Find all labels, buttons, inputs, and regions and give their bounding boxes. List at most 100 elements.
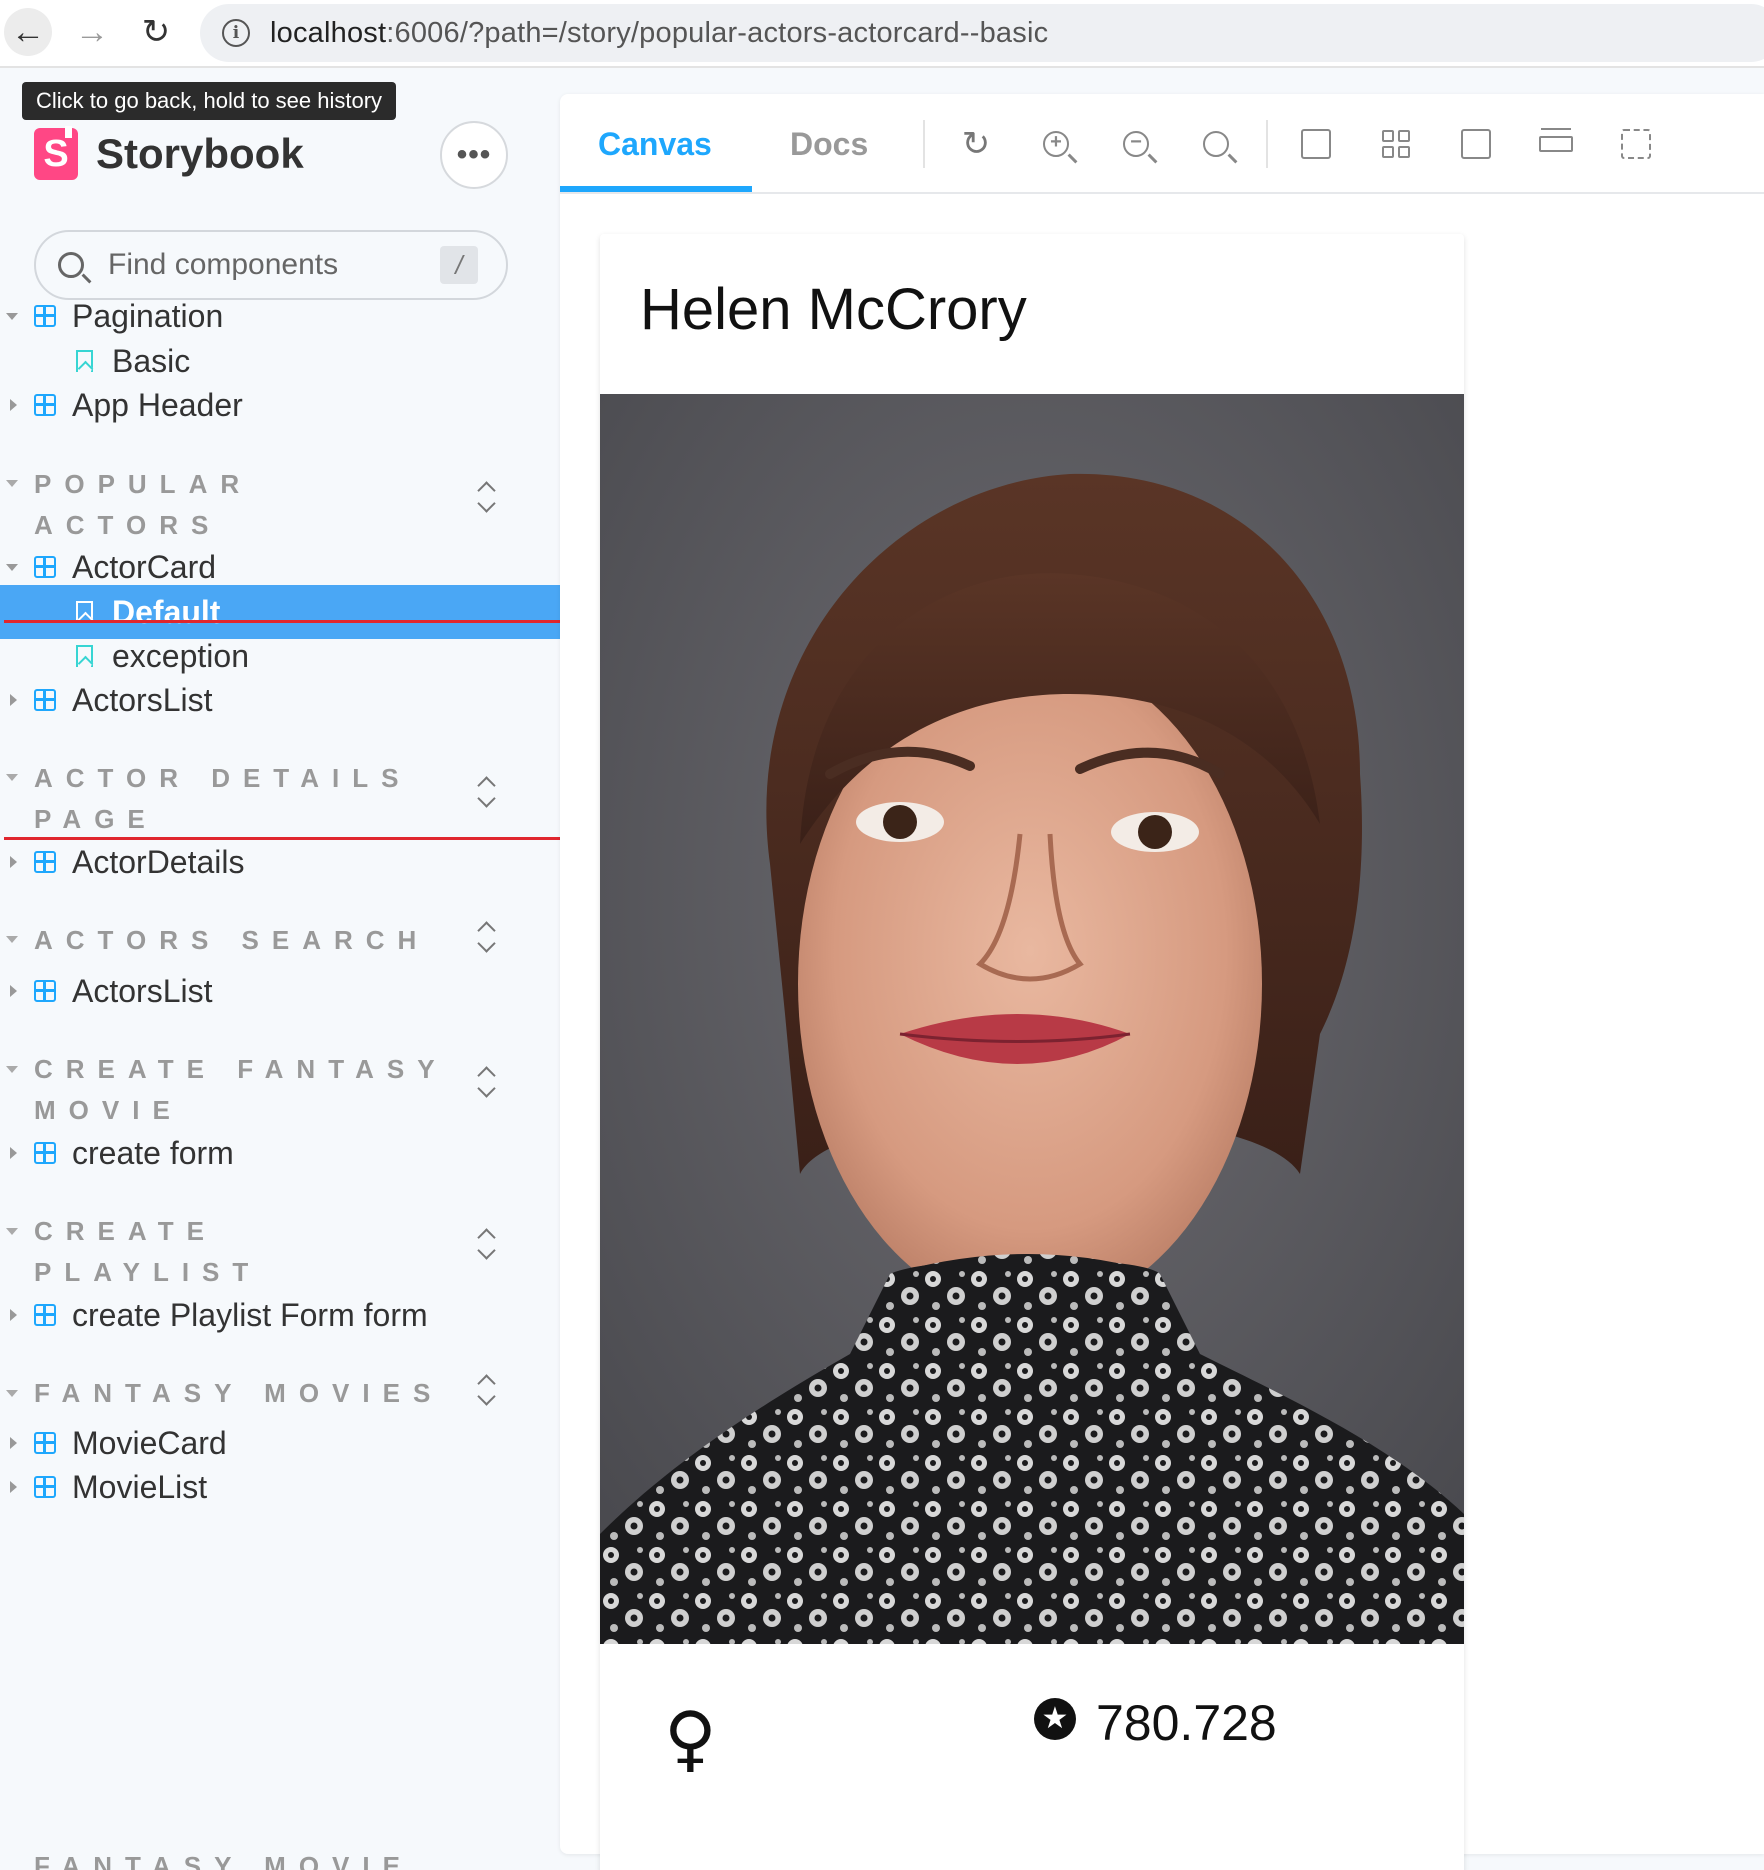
tree-item-actordetails[interactable]: ActorDetails: [0, 836, 558, 888]
preview-panel: Canvas Docs ↻ + − Helen McCrory ♀ ★ 780.…: [560, 94, 1764, 1870]
search-icon: [58, 252, 84, 278]
female-gender-icon: ♀: [664, 1696, 717, 1780]
measure-icon[interactable]: [1536, 124, 1576, 164]
tab-docs[interactable]: Docs: [790, 94, 868, 194]
group-label-line: MOVIE: [34, 1095, 183, 1125]
back-arrow-icon[interactable]: ←: [4, 8, 52, 56]
expand-collapse-icon[interactable]: [475, 775, 499, 809]
tab-canvas[interactable]: Canvas: [598, 94, 712, 194]
caret-right-icon: [10, 1309, 17, 1321]
story-label: exception: [112, 637, 249, 674]
search-input[interactable]: [108, 248, 428, 282]
caret-down-icon: [6, 563, 18, 571]
group-label-line: ACTORS: [34, 510, 222, 540]
component-icon: [34, 1432, 56, 1454]
tree-item-label: ActorsList: [72, 681, 213, 718]
caret-right-icon: [10, 1481, 17, 1493]
group-caret-icon[interactable]: [6, 1066, 18, 1073]
preview-toolbar: Canvas Docs ↻ + −: [560, 94, 1764, 194]
component-icon: [34, 851, 56, 873]
tree-item-app-header[interactable]: App Header: [0, 379, 558, 431]
popularity-value: 780.728: [1096, 1695, 1277, 1751]
group-create-playlist[interactable]: CREATE PLAYLIST: [34, 1211, 454, 1293]
zoom-out-icon[interactable]: −: [1116, 124, 1156, 164]
group-caret-icon[interactable]: [6, 480, 18, 487]
component-icon: [34, 556, 56, 578]
background-image-icon[interactable]: [1296, 124, 1336, 164]
url-path: :6006/?path=/story/popular-actors-actorc…: [386, 16, 1049, 49]
group-label-line: FANTASY MOVIE: [34, 1851, 413, 1870]
component-icon: [34, 1142, 56, 1164]
tree-item-label: ActorCard: [72, 548, 217, 585]
site-info-icon[interactable]: i: [222, 19, 250, 47]
storybook-logo[interactable]: S Storybook: [34, 126, 304, 180]
story-label: Basic: [112, 342, 191, 379]
group-label-line: ACTORS SEARCH: [34, 925, 430, 955]
zoom-in-icon[interactable]: +: [1036, 124, 1076, 164]
group-actor-details-page[interactable]: ACTOR DETAILS PAGE: [34, 758, 454, 840]
url-host: localhost: [270, 16, 387, 49]
caret-right-icon: [10, 1437, 17, 1449]
zoom-reset-icon[interactable]: [1196, 124, 1236, 164]
expand-collapse-icon[interactable]: [475, 1227, 499, 1261]
group-popular-actors[interactable]: POPULAR ACTORS: [34, 464, 454, 546]
browser-toolbar: ← → ↻ i localhost:6006/?path=/story/popu…: [0, 0, 1764, 68]
tree-item-label: MovieCard: [72, 1424, 227, 1461]
back-tooltip: Click to go back, hold to see history: [22, 82, 397, 120]
group-fantasy-movies[interactable]: FANTASY MOVIES: [34, 1373, 454, 1414]
expand-collapse-icon[interactable]: [475, 1065, 499, 1099]
expand-collapse-icon[interactable]: [475, 920, 499, 954]
group-label-line: PLAYLIST: [34, 1257, 262, 1287]
tree-item-label: create Playlist Form form: [72, 1296, 428, 1333]
toolbar-divider: [1266, 120, 1268, 168]
tree-item-actorslist[interactable]: ActorsList: [0, 674, 558, 726]
caret-right-icon: [10, 399, 17, 411]
active-tab-indicator: [560, 186, 752, 192]
group-caret-icon[interactable]: [6, 936, 18, 943]
actor-name: Helen McCrory: [640, 277, 1027, 342]
bookmark-icon: [76, 601, 93, 623]
storybook-logo-icon: S: [34, 126, 78, 180]
tree-item-create-playlist-form[interactable]: create Playlist Form form: [0, 1289, 558, 1341]
tree-item-label: create form: [72, 1134, 234, 1171]
actor-photo: [600, 394, 1464, 1644]
tree-item-label: MovieList: [72, 1468, 208, 1505]
outline-icon[interactable]: [1616, 124, 1656, 164]
bookmark-icon: [76, 350, 93, 372]
group-caret-icon[interactable]: [6, 774, 18, 781]
group-caret-icon[interactable]: [6, 1390, 18, 1397]
component-icon: [34, 1304, 56, 1326]
group-label-line: POPULAR: [34, 469, 253, 499]
caret-down-icon: [6, 312, 18, 320]
tree-item-create-form[interactable]: create form: [0, 1127, 558, 1179]
group-caret-icon[interactable]: [6, 1228, 18, 1235]
tree-item-label: ActorDetails: [72, 843, 245, 880]
component-icon: [34, 689, 56, 711]
search-shortcut-key: /: [440, 246, 478, 284]
reload-icon[interactable]: ↻: [132, 8, 180, 56]
group-fantasy-movie[interactable]: FANTASY MOVIE: [34, 1846, 454, 1870]
group-label-line: PAGE: [34, 804, 158, 834]
viewport-icon[interactable]: [1456, 124, 1496, 164]
more-options-button[interactable]: •••: [440, 121, 508, 189]
component-icon: [34, 980, 56, 1002]
url-text[interactable]: localhost:6006/?path=/story/popular-acto…: [270, 17, 1048, 50]
group-create-fantasy-movie[interactable]: CREATE FANTASY MOVIE: [34, 1049, 454, 1131]
tree-item-label: Pagination: [72, 297, 224, 334]
grid-icon[interactable]: [1376, 124, 1416, 164]
toolbar-divider: [923, 120, 925, 168]
expand-collapse-icon[interactable]: [475, 1373, 499, 1407]
forward-arrow-icon[interactable]: →: [68, 8, 116, 56]
address-bar[interactable]: i localhost:6006/?path=/story/popular-ac…: [200, 4, 1764, 62]
sidebar: S Storybook ••• / Pagination Basic App H…: [0, 68, 580, 1870]
group-actors-search[interactable]: ACTORS SEARCH: [34, 920, 454, 961]
tree-item-movielist[interactable]: MovieList: [0, 1461, 558, 1513]
component-icon: [34, 305, 56, 327]
expand-collapse-icon[interactable]: [475, 480, 499, 514]
caret-right-icon: [10, 1147, 17, 1159]
remount-icon[interactable]: ↻: [956, 124, 996, 164]
tree-item-actorslist-search[interactable]: ActorsList: [0, 965, 558, 1017]
actor-card[interactable]: Helen McCrory ♀ ★ 780.728: [600, 234, 1464, 1870]
group-label-line: FANTASY MOVIES: [34, 1378, 444, 1408]
group-label-line: ACTOR DETAILS: [34, 763, 412, 793]
